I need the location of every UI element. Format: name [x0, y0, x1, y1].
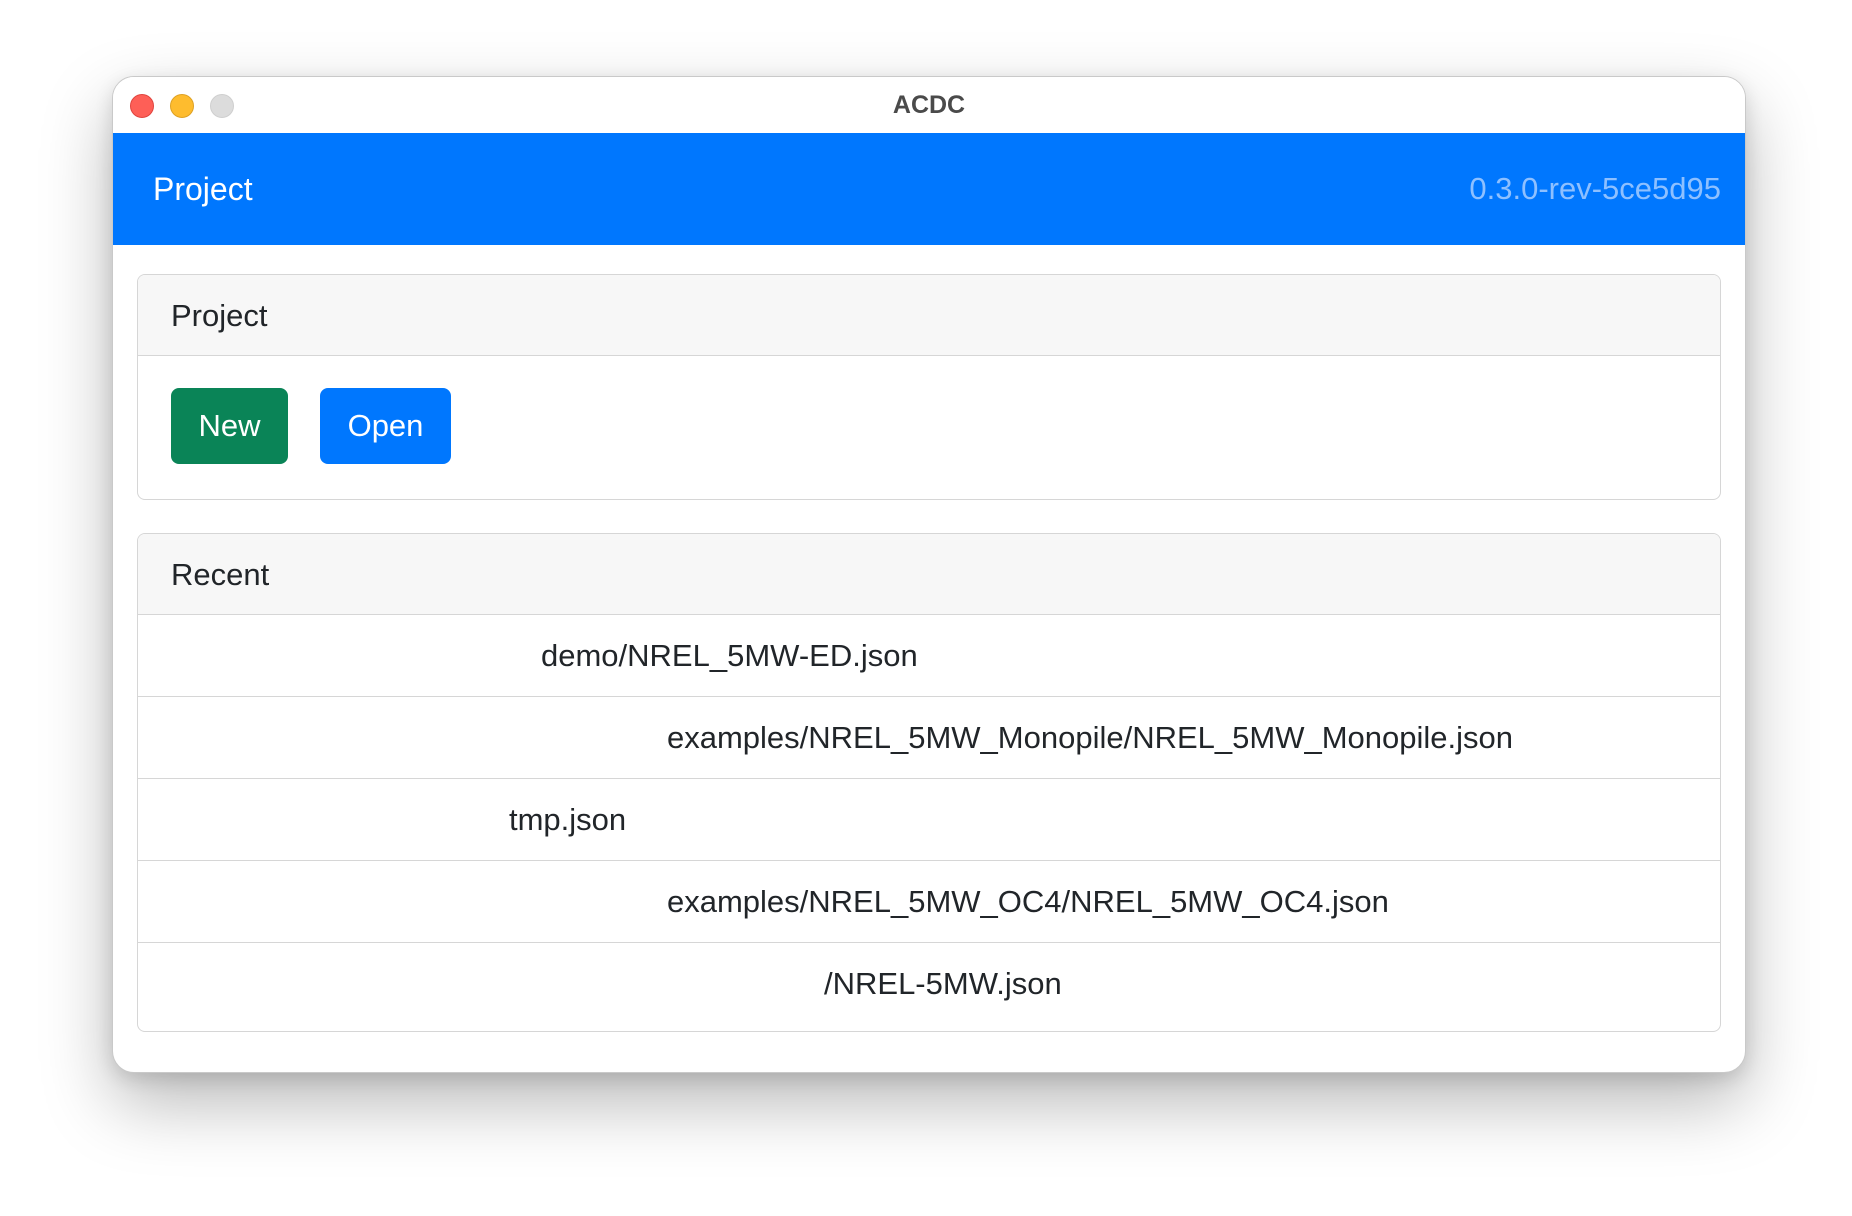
recent-item[interactable]: demo/NREL_5MW-ED.json [138, 615, 1720, 697]
navbar-title: Project [153, 171, 253, 207]
recent-item-label: examples/NREL_5MW_Monopile/NREL_5MW_Mono… [667, 720, 1513, 755]
open-project-button[interactable]: Open [320, 388, 451, 464]
recent-item[interactable]: /NREL-5MW.json [138, 943, 1720, 1025]
project-card-header: Project [138, 275, 1720, 356]
version-label: 0.3.0-rev-5ce5d95 [1469, 171, 1721, 206]
recent-item-label: demo/NREL_5MW-ED.json [541, 638, 918, 673]
window-title: ACDC [892, 91, 966, 119]
recent-item-label: tmp.json [509, 802, 627, 837]
recent-item[interactable]: examples/NREL_5MW_OC4/NREL_5MW_OC4.json [138, 861, 1720, 943]
recent-list: demo/NREL_5MW-ED.json examples/NREL_5MW_… [138, 615, 1720, 1025]
app-window: ACDC Project 0.3.0-rev-5ce5d95 Project N… [112, 76, 1746, 1073]
navbar: Project 0.3.0-rev-5ce5d95 [113, 133, 1745, 245]
recent-card-header: Recent [138, 534, 1720, 615]
title-bar[interactable]: ACDC [113, 77, 1745, 133]
recent-item[interactable]: tmp.json [138, 779, 1720, 861]
recent-item[interactable]: examples/NREL_5MW_Monopile/NREL_5MW_Mono… [138, 697, 1720, 779]
project-card-body: New Open [138, 356, 1720, 498]
recent-card: Recent demo/NREL_5MW-ED.json examples/NR… [137, 533, 1721, 1032]
recent-item-label: examples/NREL_5MW_OC4/NREL_5MW_OC4.json [667, 884, 1389, 919]
project-card: Project New Open [137, 274, 1721, 500]
recent-item-label: /NREL-5MW.json [824, 966, 1062, 1001]
new-project-button[interactable]: New [171, 388, 288, 464]
